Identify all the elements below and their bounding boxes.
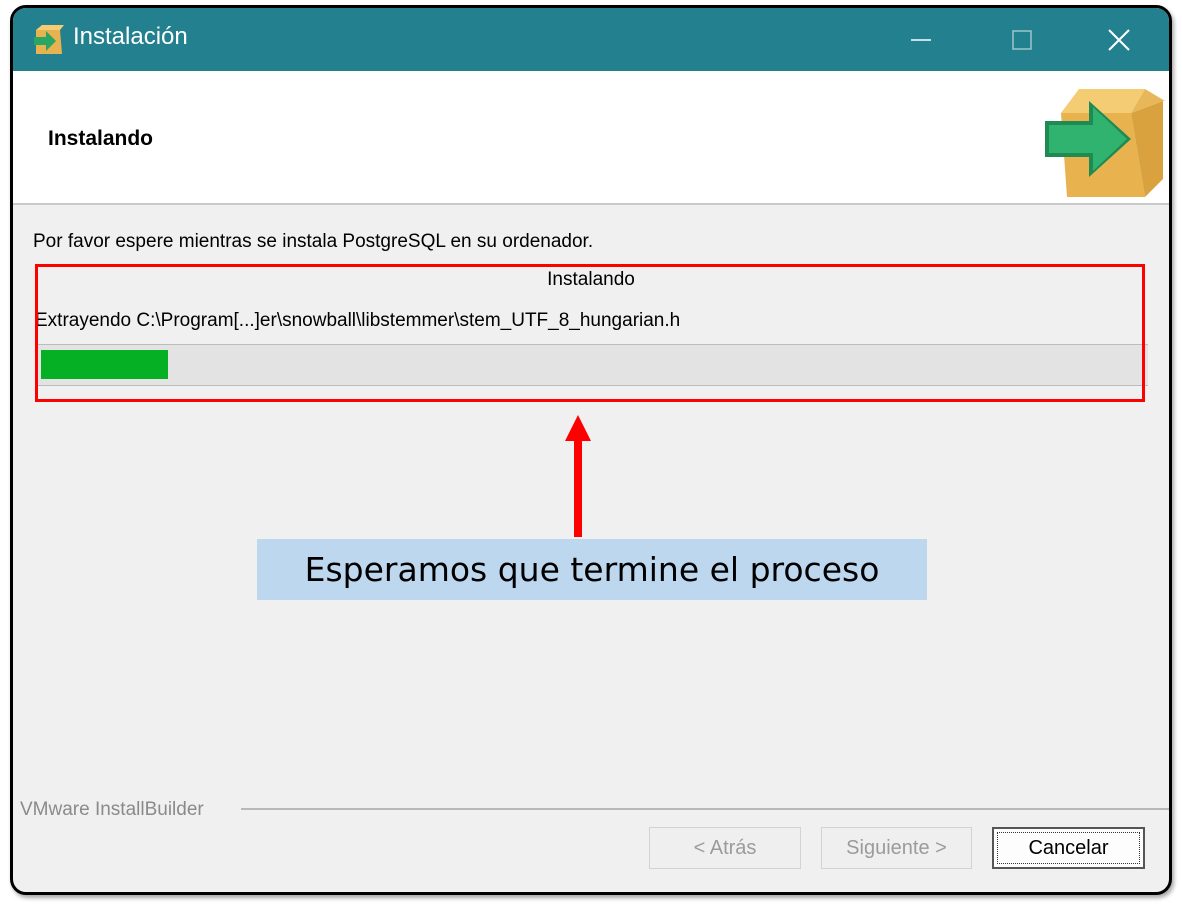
progress-bar-fill (41, 350, 168, 379)
installer-window: Instalación Instalando Por favor espere … (10, 5, 1172, 895)
wizard-header: Instalando (13, 71, 1169, 205)
maximize-button[interactable] (994, 18, 1050, 62)
progress-title: Instalando (547, 269, 635, 290)
progress-bar (36, 344, 1148, 386)
install-description: Por favor espere mientras se instala Pos… (33, 231, 594, 252)
close-button[interactable] (1091, 18, 1147, 62)
maximize-icon (1012, 30, 1032, 50)
title-bar[interactable]: Instalación (13, 8, 1169, 71)
annotation-callout: Esperamos que termine el proceso (257, 539, 927, 600)
footer-divider (241, 808, 1169, 810)
minimize-icon (911, 39, 931, 41)
focus-ring (997, 832, 1140, 864)
cancel-button[interactable]: Cancelar (992, 827, 1145, 869)
page-title: Instalando (48, 127, 154, 150)
minimize-button[interactable] (893, 18, 949, 62)
package-arrow-icon (1045, 89, 1165, 197)
next-button[interactable]: Siguiente > (821, 827, 972, 869)
up-arrow-annotation (565, 415, 591, 537)
progress-file-path: Extrayendo C:\Program[...]er\snowball\li… (35, 310, 681, 331)
window-title: Instalación (73, 23, 188, 50)
back-button[interactable]: < Atrás (649, 827, 801, 869)
brand-label: VMware InstallBuilder (20, 799, 204, 820)
installer-app-icon (34, 25, 64, 54)
close-icon (1108, 29, 1130, 51)
